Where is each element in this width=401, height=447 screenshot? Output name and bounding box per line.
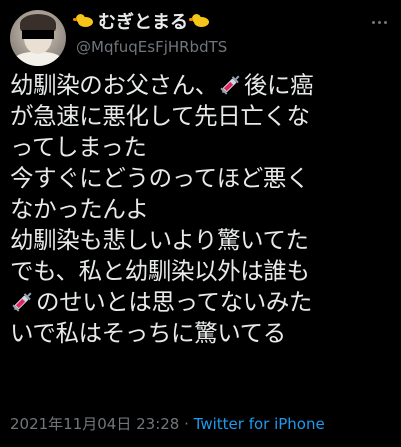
tweet-source[interactable]: Twitter for iPhone xyxy=(194,415,325,433)
tweet-line-text: 幼馴染のお父さん、 xyxy=(10,71,218,99)
tweet-line: でも、私と幼馴染以外は誰も xyxy=(10,256,395,287)
display-name-text[interactable]: むぎとまる xyxy=(98,8,188,34)
tweet-line-text: 後に癌 xyxy=(243,71,314,99)
chick-icon xyxy=(73,14,94,28)
tweet-line: のせいとは思ってないみた xyxy=(10,287,395,318)
tweet-line-text: 幼馴染も悲しいより驚いてた xyxy=(10,226,309,254)
tweet-footer: 2021年11月04日 23:28 · Twitter for iPhone xyxy=(10,413,325,434)
author-names: むぎとまる @MqfuqEsFjHRbdTS xyxy=(73,8,227,56)
avatar[interactable] xyxy=(10,10,66,66)
footer-separator: · xyxy=(179,415,194,433)
tweet-line-text: が急速に悪化して先日亡くな xyxy=(10,102,310,130)
tweet-line-text: のせいとは思ってないみた xyxy=(36,288,313,316)
display-name[interactable]: むぎとまる xyxy=(73,8,227,34)
tweet-text: 幼馴染のお父さん、 後に癌 が急速に悪化して先日亡くな ってしまった 今すぐにどうのって… xyxy=(10,70,395,349)
chick-icon xyxy=(189,14,210,28)
tweet-line: なかったんよ xyxy=(10,194,395,225)
tweet-line-text: いで私はそっちに驚いてる xyxy=(10,319,286,347)
tweet-line-text: でも、私と幼馴染以外は誰も xyxy=(10,257,310,285)
tweet-line: いで私はそっちに驚いてる xyxy=(10,318,395,349)
tweet-line: 今すぐにどうのってほど悪く xyxy=(10,163,395,194)
tweet-line: 幼馴染も悲しいより驚いてた xyxy=(10,225,395,256)
tweet-line-text: なかったんよ xyxy=(10,195,149,223)
tweet-line: 幼馴染のお父さん、 後に癌 xyxy=(10,70,395,101)
tweet-datetime[interactable]: 2021年11月04日 23:28 xyxy=(10,415,179,433)
tweet-line: ってしまった xyxy=(10,132,395,163)
tweet-line-text: ってしまった xyxy=(10,133,147,161)
syringe-icon xyxy=(10,289,36,313)
tweet-line-text: 今すぐにどうのってほど悪く xyxy=(10,164,310,192)
more-icon[interactable] xyxy=(369,12,389,32)
tweet-header: むぎとまる @MqfuqEsFjHRbdTS xyxy=(10,8,391,66)
syringe-icon xyxy=(218,72,244,96)
username[interactable]: @MqfuqEsFjHRbdTS xyxy=(76,38,227,56)
tweet-line: が急速に悪化して先日亡くな xyxy=(10,101,395,132)
